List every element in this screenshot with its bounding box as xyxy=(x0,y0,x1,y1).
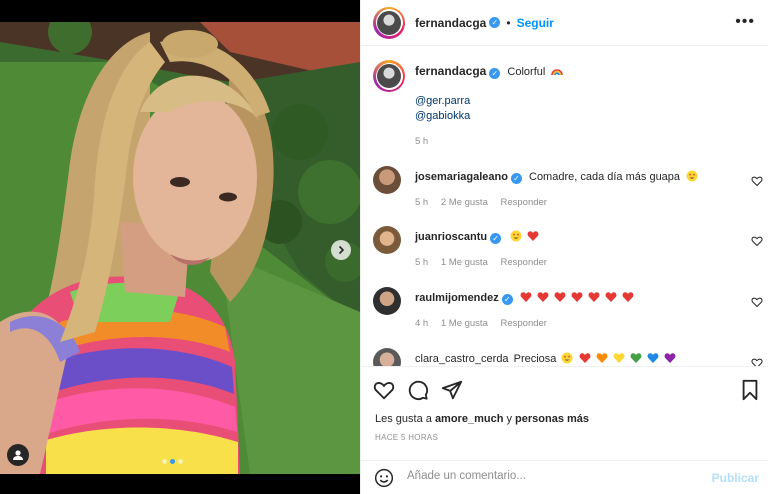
header-separator: • xyxy=(506,15,511,30)
comment-time: 5 h xyxy=(415,257,429,268)
verified-badge-icon: ✓ xyxy=(510,173,522,184)
yellow-heart-emoji-icon xyxy=(613,353,625,363)
post-photo[interactable] xyxy=(0,22,360,474)
post-side-panel: fernandacga ✓ • Seguir ••• fernandacga ✓ … xyxy=(360,0,768,494)
comment-like-heart-icon[interactable] xyxy=(751,357,763,366)
comment-likes[interactable]: 2 Me gusta xyxy=(441,197,488,208)
likes-connector: y xyxy=(506,413,512,425)
red-heart-emoji-icon xyxy=(527,231,539,241)
comment-icon[interactable] xyxy=(407,379,429,401)
caption-mention[interactable]: @ger.parra xyxy=(415,94,755,109)
comment-likes[interactable]: 1 Me gusta xyxy=(441,318,488,329)
comment-like-heart-icon[interactable] xyxy=(751,235,763,247)
comment-like-heart-icon[interactable] xyxy=(751,296,763,308)
caption-time: 5 h xyxy=(415,136,429,147)
purple-heart-emoji-icon xyxy=(664,353,676,363)
publish-button[interactable]: Publicar xyxy=(712,471,759,485)
selfie-photo xyxy=(0,22,360,474)
comment-username[interactable]: juanrioscantu xyxy=(415,231,487,243)
author-username[interactable]: fernandacga xyxy=(415,16,486,30)
green-heart-emoji-icon xyxy=(630,353,642,363)
red-heart-emoji-icon xyxy=(622,292,634,302)
heart-icon[interactable] xyxy=(373,379,395,401)
likes-others[interactable]: personas más xyxy=(515,413,589,425)
user-tag-icon xyxy=(13,450,23,460)
likes-summary[interactable]: Les gusta a amore_much y personas más xyxy=(375,413,589,425)
comment-username[interactable]: josemariagaleano xyxy=(415,171,508,183)
carousel-next-button[interactable] xyxy=(331,240,351,260)
comment-reply-button[interactable]: Responder xyxy=(501,197,547,208)
likes-prefix: Les gusta a xyxy=(375,413,432,425)
caption-text: Colorful xyxy=(507,66,546,78)
red-heart-emoji-icon xyxy=(520,292,532,302)
comment-text: Preciosa xyxy=(513,353,557,365)
heart-eyes-emoji-icon xyxy=(561,352,573,364)
emoji-icon[interactable] xyxy=(374,468,394,488)
likes-user[interactable]: amore_much xyxy=(435,413,503,425)
red-heart-emoji-icon xyxy=(579,353,590,363)
instagram-post-modal: fernandacga ✓ • Seguir ••• fernandacga ✓ … xyxy=(0,0,768,494)
tagged-users-button[interactable] xyxy=(7,444,29,466)
comment-avatar[interactable] xyxy=(373,226,401,254)
comment-like-heart-icon[interactable] xyxy=(751,175,763,187)
comment-time: 5 h xyxy=(415,197,429,208)
heart-emoji-row xyxy=(520,292,636,304)
comment-likes[interactable]: 1 Me gusta xyxy=(441,257,488,268)
red-heart-emoji-icon xyxy=(537,292,549,302)
verified-badge-icon: ✓ xyxy=(501,294,513,305)
post-actions: Les gusta a amore_much y personas más HA… xyxy=(361,366,768,456)
carousel-indicator xyxy=(162,459,183,464)
comment-avatar[interactable] xyxy=(373,348,401,366)
heart-eyes-emoji-icon xyxy=(686,170,698,182)
caption-username[interactable]: fernandacga xyxy=(415,64,486,78)
comment-username[interactable]: clara_castro_cerda xyxy=(415,353,509,365)
orange-heart-emoji-icon xyxy=(596,353,608,363)
more-options-icon[interactable]: ••• xyxy=(735,14,755,30)
red-heart-emoji-icon xyxy=(571,292,583,302)
add-comment-bar: Publicar xyxy=(361,460,768,494)
verified-badge-icon: ✓ xyxy=(490,233,502,244)
heart-eyes-emoji-icon xyxy=(510,230,522,242)
carousel-dot-active xyxy=(170,459,175,464)
share-icon[interactable] xyxy=(441,379,463,401)
rainbow-emoji-icon xyxy=(551,69,564,76)
caption-mention[interactable]: @gabiokka xyxy=(415,109,755,124)
comment-input[interactable] xyxy=(407,470,707,482)
comment-reply-button[interactable]: Responder xyxy=(501,318,547,329)
comment-text: Comadre, cada día más guapa xyxy=(529,171,681,183)
blue-heart-emoji-icon xyxy=(647,353,659,363)
bookmark-icon[interactable] xyxy=(739,379,761,401)
post-header: fernandacga ✓ • Seguir ••• xyxy=(361,0,768,46)
comment-avatar[interactable] xyxy=(373,287,401,315)
red-heart-emoji-icon xyxy=(605,292,617,302)
caption-avatar[interactable] xyxy=(373,60,405,92)
verified-badge-icon: ✓ xyxy=(489,17,501,28)
carousel-dot xyxy=(178,459,183,464)
carousel-dot xyxy=(162,459,167,464)
comment-time: 4 h xyxy=(415,318,429,329)
post-time-ago: HACE 5 HORAS xyxy=(375,433,439,442)
comment-avatar[interactable] xyxy=(373,166,401,194)
chevron-right-icon xyxy=(338,245,345,255)
comment-username[interactable]: raulmijomendez xyxy=(415,292,499,304)
emoji-row xyxy=(561,352,677,365)
follow-button[interactable]: Seguir xyxy=(517,16,554,30)
red-heart-emoji-icon xyxy=(588,292,600,302)
comment-reply-button[interactable]: Responder xyxy=(501,257,547,268)
red-heart-emoji-icon xyxy=(554,292,566,302)
verified-badge-icon: ✓ xyxy=(489,68,501,79)
author-avatar[interactable] xyxy=(373,6,405,39)
comments-section[interactable]: fernandacga ✓ Colorful @ger.parra @gabiok… xyxy=(361,46,768,366)
